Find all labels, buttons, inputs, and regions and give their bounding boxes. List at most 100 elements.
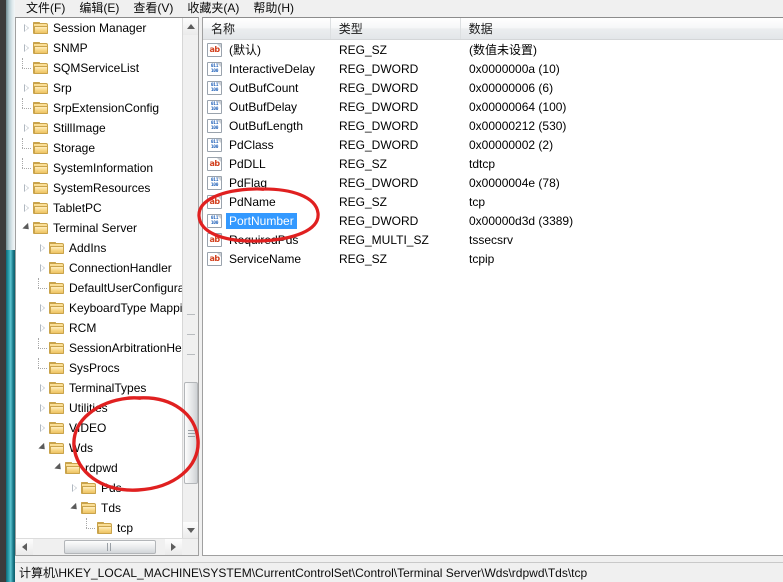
tree-item-pds[interactable]: Pds [16,478,186,498]
tree-scroll-right-button[interactable] [165,539,182,555]
tree-item-label: SystemInformation [53,160,154,175]
menu-favorites[interactable]: 收藏夹(A) [180,0,246,17]
tree-item-systemresources[interactable]: SystemResources [16,178,186,198]
expand-arrow-right-icon[interactable] [38,378,49,398]
expand-arrow-down-icon[interactable] [70,498,81,518]
expand-arrow-right-icon[interactable] [22,18,33,38]
string-value-icon: ab [207,251,222,266]
tree-item-tds[interactable]: Tds [16,498,186,518]
tree-item-session-manager[interactable]: Session Manager [16,18,186,38]
tree-item-srp[interactable]: Srp [16,78,186,98]
tree-horizontal-scrollbar[interactable] [16,538,198,555]
tree-item-label: KeyboardType Mappin [69,300,186,315]
value-row[interactable]: 011 100 OutBufLength REG_DWORD 0x00000212 (5… [203,116,783,135]
tree-hscroll-thumb[interactable] [64,540,156,554]
tree-connector-icon [22,138,33,158]
tree-vertical-scrollbar[interactable] [182,18,198,539]
tree-item-label: DefaultUserConfigurat [69,280,186,295]
tree-item-rdpwd[interactable]: rdpwd [16,458,186,478]
value-name-label: PdDLL [229,156,266,171]
tree-item-rcm[interactable]: RCM [16,318,186,338]
value-name-cell: ab ServiceName [203,251,331,267]
tree-scroll-thumb[interactable] [184,382,198,484]
tree-scroll-left-button[interactable] [16,539,33,555]
value-row[interactable]: 011 100 PdFlag REG_DWORD 0x0000004e (78) [203,173,783,192]
tree-item-terminal-server[interactable]: Terminal Server [16,218,186,238]
expand-arrow-down-icon[interactable] [22,218,33,238]
tree-connector-icon [38,358,49,378]
value-data-label: 0x00000006 (6) [469,80,554,95]
tree-item-label: SQMServiceList [53,60,140,75]
value-row[interactable]: ab ServiceName REG_SZ tcpip [203,249,783,268]
menu-edit[interactable]: 编辑(E) [72,0,126,17]
tree-scroll-up-button[interactable] [183,18,198,35]
tree-item-stillimage[interactable]: StillImage [16,118,186,138]
folder-icon [49,441,65,455]
menu-file[interactable]: 文件(F) [19,0,72,17]
expand-arrow-right-icon[interactable] [38,238,49,258]
value-data-label: 0x0000000a (10) [469,61,560,76]
folder-icon [49,381,65,395]
tree-item-snmp[interactable]: SNMP [16,38,186,58]
tree-item-terminaltypes[interactable]: TerminalTypes [16,378,186,398]
value-name-cell: ab RequiredPds [203,232,331,248]
tree-item-keyboardtype-mappin[interactable]: KeyboardType Mappin [16,298,186,318]
value-row[interactable]: 011 100 OutBufCount REG_DWORD 0x00000006 (6) [203,78,783,97]
registry-value-list[interactable]: 名称 类型 数据 ab (默认) REG_SZ (数值未设置) 011 100 Intera… [202,17,783,556]
expand-arrow-right-icon[interactable] [22,38,33,58]
value-type-label: REG_DWORD [339,175,419,190]
value-row[interactable]: ab RequiredPds REG_MULTI_SZ tssecsrv [203,230,783,249]
expand-arrow-right-icon[interactable] [22,198,33,218]
tree-item-storage[interactable]: Storage [16,138,186,158]
tree-scroll-down-button[interactable] [183,522,198,539]
value-row[interactable]: ab (默认) REG_SZ (数值未设置) [203,40,783,59]
tree-item-label: SNMP [53,40,88,55]
tree-item-label: Utilities [69,400,108,415]
column-header-data[interactable]: 数据 [461,18,783,39]
expand-arrow-right-icon[interactable] [38,418,49,438]
tree-item-video[interactable]: VIDEO [16,418,186,438]
tree-item-addins[interactable]: AddIns [16,238,186,258]
current-key-path: 计算机\HKEY_LOCAL_MACHINE\SYSTEM\CurrentCon… [19,565,588,580]
tree-item-sqmservicelist[interactable]: SQMServiceList [16,58,186,78]
tree-item-wds[interactable]: Wds [16,438,186,458]
tree-item-label: TerminalTypes [69,380,147,395]
value-row[interactable]: 011 100 OutBufDelay REG_DWORD 0x00000064 (10… [203,97,783,116]
tree-item-systeminformation[interactable]: SystemInformation [16,158,186,178]
tree-item-sysprocs[interactable]: SysProcs [16,358,186,378]
expand-arrow-right-icon[interactable] [38,258,49,278]
expand-arrow-down-icon[interactable] [54,458,65,478]
expand-arrow-right-icon[interactable] [38,398,49,418]
tree-item-label: Storage [53,140,96,155]
value-name-cell: 011 100 OutBufDelay [203,99,331,115]
value-data-label: tcpip [469,251,495,266]
value-row[interactable]: ab PdName REG_SZ tcp [203,192,783,211]
tree-item-srpextensionconfig[interactable]: SrpExtensionConfig [16,98,186,118]
value-row[interactable]: 011 100 InteractiveDelay REG_DWORD 0x0000000… [203,59,783,78]
tree-item-connectionhandler[interactable]: ConnectionHandler [16,258,186,278]
value-row[interactable]: ab PdDLL REG_SZ tdtcp [203,154,783,173]
value-name-label: PortNumber [226,212,297,229]
menu-help[interactable]: 帮助(H) [246,0,301,17]
value-row[interactable]: 011 100 PdClass REG_DWORD 0x00000002 (2) [203,135,783,154]
column-header-name[interactable]: 名称 [203,18,331,39]
tree-item-tabletpc[interactable]: TabletPC [16,198,186,218]
value-name-label: PdName [229,194,276,209]
tree-connector-icon [22,98,33,118]
tree-item-tcp[interactable]: tcp [16,518,186,538]
expand-arrow-right-icon[interactable] [22,118,33,138]
tree-item-sessionarbitrationhelp[interactable]: SessionArbitrationHelp [16,338,186,358]
tree-item-utilities[interactable]: Utilities [16,398,186,418]
tree-item-defaultuserconfigurat[interactable]: DefaultUserConfigurat [16,278,186,298]
column-header-type[interactable]: 类型 [331,18,461,39]
registry-key-tree[interactable]: Session Manager SNMP SQMServiceList Srp SrpE… [15,17,199,556]
menu-view[interactable]: 查看(V) [126,0,180,17]
value-row[interactable]: 011 100 PortNumber REG_DWORD 0x00000d3d (338… [203,211,783,230]
expand-arrow-right-icon[interactable] [22,178,33,198]
expand-arrow-down-icon[interactable] [38,438,49,458]
expand-arrow-right-icon[interactable] [22,78,33,98]
expand-arrow-right-icon[interactable] [70,478,81,498]
expand-arrow-right-icon[interactable] [38,298,49,318]
dword-value-icon: 011 100 [207,118,222,133]
expand-arrow-right-icon[interactable] [38,318,49,338]
